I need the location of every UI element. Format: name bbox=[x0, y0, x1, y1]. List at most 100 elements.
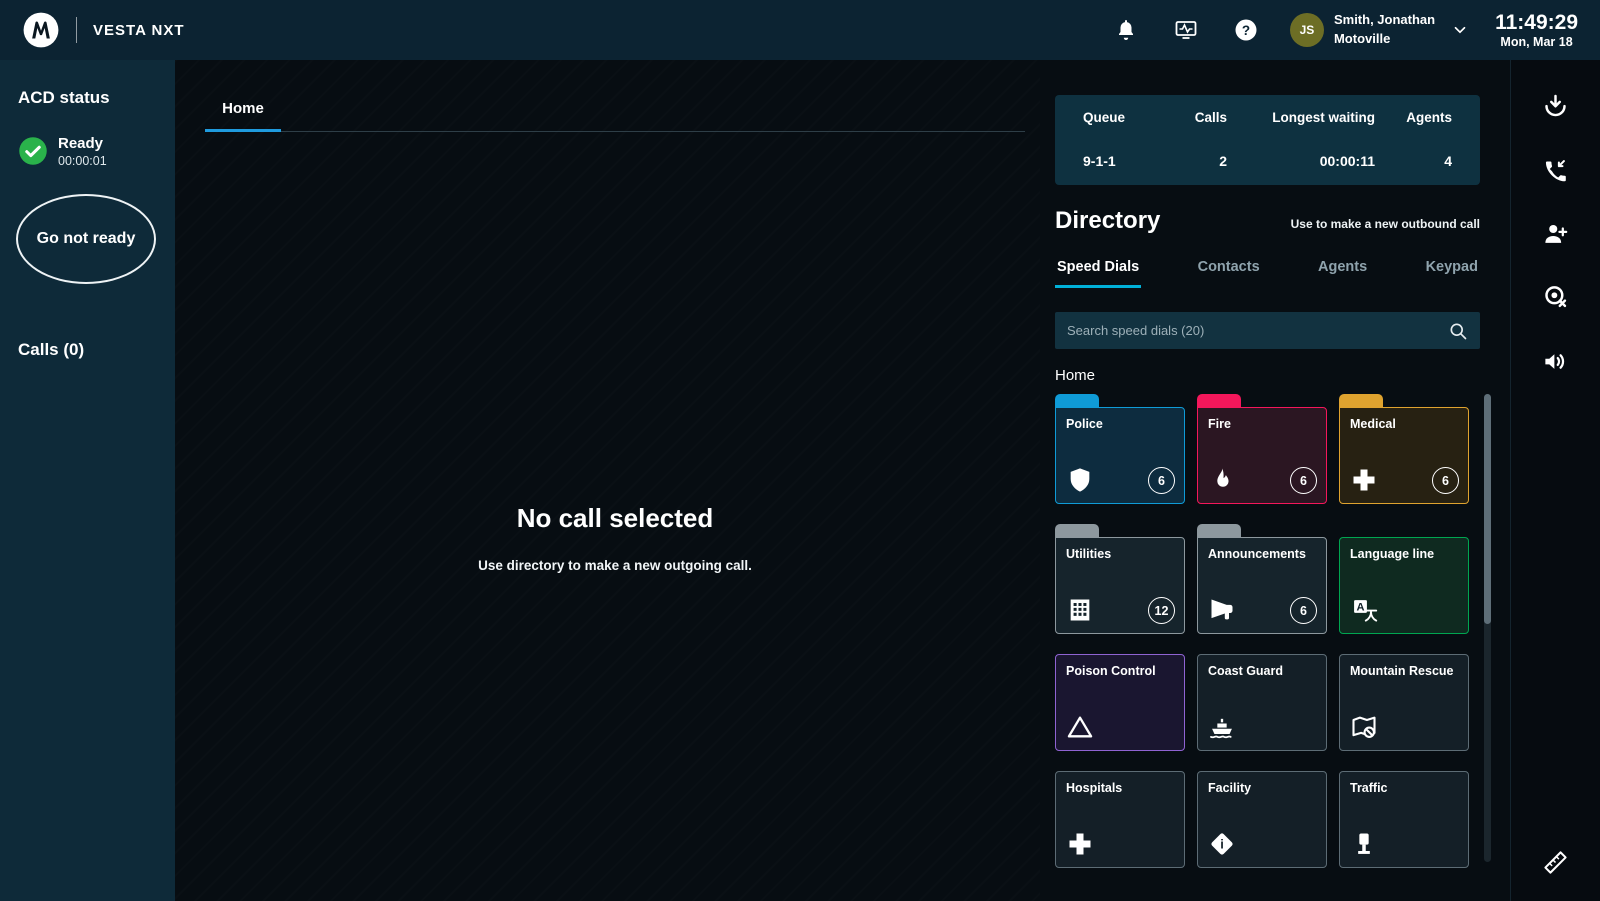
queue-header: Agents bbox=[1375, 110, 1452, 125]
tile-label: Medical bbox=[1350, 417, 1458, 431]
speed-dial-tile[interactable]: Coast Guard bbox=[1197, 654, 1327, 751]
svg-text:?: ? bbox=[1242, 23, 1250, 38]
search-icon[interactable] bbox=[1448, 321, 1468, 341]
folder-tab bbox=[1197, 524, 1241, 537]
queue-status-card[interactable]: Queue Calls Longest waiting Agents 9-1-1… bbox=[1055, 95, 1480, 185]
tab-keypad[interactable]: Keypad bbox=[1424, 259, 1480, 288]
ruler-icon[interactable] bbox=[1539, 845, 1573, 879]
queue-header: Queue bbox=[1083, 110, 1169, 125]
go-not-ready-button[interactable]: Go not ready bbox=[16, 194, 156, 284]
no-call-subtitle: Use directory to make a new outgoing cal… bbox=[175, 558, 1055, 573]
speed-dial-tile[interactable]: Poison Control bbox=[1055, 654, 1185, 751]
flame-icon bbox=[1208, 466, 1236, 494]
tile-label: Facility bbox=[1208, 781, 1316, 795]
acd-status-timer: 00:00:01 bbox=[58, 154, 107, 168]
tile-label: Announcements bbox=[1208, 547, 1316, 561]
acd-status-title: ACD status bbox=[18, 88, 157, 108]
tile-count-badge: 6 bbox=[1148, 467, 1175, 494]
boat-icon bbox=[1208, 713, 1236, 741]
directory-tabs: Speed Dials Contacts Agents Keypad bbox=[1055, 259, 1480, 288]
motorola-logo-icon bbox=[22, 11, 60, 49]
tile-label: Coast Guard bbox=[1208, 664, 1316, 678]
medical-cross-icon bbox=[1350, 466, 1378, 494]
traffic-signal-icon bbox=[1350, 830, 1378, 858]
call-control-toolbar bbox=[1510, 60, 1600, 901]
call-clear-icon[interactable] bbox=[1539, 280, 1573, 314]
queue-agents: 4 bbox=[1375, 153, 1452, 169]
scrollbar-thumb[interactable] bbox=[1484, 394, 1491, 624]
folder-tab bbox=[1055, 394, 1099, 407]
directory-panel: Queue Calls Longest waiting Agents 9-1-1… bbox=[1040, 60, 1510, 901]
call-answer-icon[interactable] bbox=[1539, 88, 1573, 122]
speed-dial-tile[interactable]: Fire6 bbox=[1197, 394, 1327, 504]
tab-speed-dials[interactable]: Speed Dials bbox=[1055, 259, 1141, 288]
svg-text:A: A bbox=[1356, 602, 1364, 614]
workspace-tab-home[interactable]: Home bbox=[205, 100, 281, 131]
police-badge-icon bbox=[1066, 466, 1094, 494]
tab-agents[interactable]: Agents bbox=[1316, 259, 1369, 288]
directory-title: Directory bbox=[1055, 207, 1160, 235]
megaphone-icon bbox=[1208, 596, 1236, 624]
speed-dial-tile[interactable]: Medical 6 bbox=[1339, 394, 1469, 504]
add-participant-icon[interactable] bbox=[1539, 216, 1573, 250]
tab-contacts[interactable]: Contacts bbox=[1196, 259, 1262, 288]
queue-header: Calls bbox=[1169, 110, 1227, 125]
ready-check-icon bbox=[18, 136, 48, 166]
acd-sidebar: ACD status Ready 00:00:01 Go not ready C… bbox=[0, 60, 175, 901]
call-transfer-icon[interactable] bbox=[1539, 152, 1573, 186]
queue-name: 9-1-1 bbox=[1083, 153, 1169, 169]
brand-divider bbox=[76, 17, 77, 43]
directory-subtitle: Use to make a new outbound call bbox=[1291, 217, 1480, 235]
speed-dial-tile[interactable]: Language line A bbox=[1339, 537, 1469, 634]
speed-dial-tile[interactable]: Police 6 bbox=[1055, 394, 1185, 504]
tile-count-badge: 6 bbox=[1432, 467, 1459, 494]
tile-label: Hospitals bbox=[1066, 781, 1174, 795]
folder-tab bbox=[1197, 394, 1241, 407]
tile-count-badge: 6 bbox=[1290, 597, 1317, 624]
speed-dial-tile[interactable]: Hospitals bbox=[1055, 771, 1185, 868]
user-menu[interactable]: JS Smith, Jonathan Motoville bbox=[1290, 11, 1469, 49]
tile-label: Police bbox=[1066, 417, 1174, 431]
tile-label: Mountain Rescue bbox=[1350, 664, 1458, 678]
svg-text:i: i bbox=[1220, 837, 1224, 852]
app-brand: VESTA NXT bbox=[93, 22, 185, 39]
speed-dial-tile[interactable]: Announcements 6 bbox=[1197, 524, 1327, 634]
vesta-nxt-app: VESTA NXT ? JS Smith, Jonathan Motoville bbox=[0, 0, 1600, 901]
topbar: VESTA NXT ? JS Smith, Jonathan Motoville bbox=[0, 0, 1600, 60]
tile-count-badge: 12 bbox=[1148, 597, 1175, 624]
queue-row[interactable]: 9-1-1 2 00:00:11 4 bbox=[1083, 153, 1452, 169]
hospital-cross-icon bbox=[1066, 830, 1094, 858]
no-call-title: No call selected bbox=[175, 503, 1055, 534]
acd-status-indicator: Ready 00:00:01 bbox=[18, 134, 157, 168]
screen-monitor-icon[interactable] bbox=[1172, 16, 1200, 44]
volume-icon[interactable] bbox=[1539, 344, 1573, 378]
search-input[interactable] bbox=[1067, 323, 1448, 338]
active-tab-underline bbox=[205, 129, 281, 132]
call-workspace: Home No call selected Use directory to m… bbox=[175, 60, 1040, 901]
user-name: Smith, Jonathan bbox=[1334, 11, 1435, 30]
tile-label: Fire bbox=[1208, 417, 1316, 431]
tile-label: Utilities bbox=[1066, 547, 1174, 561]
tile-label: Traffic bbox=[1350, 781, 1458, 795]
clock: 11:49:29 Mon, Mar 18 bbox=[1495, 10, 1578, 50]
speed-dial-tile[interactable]: Facility i bbox=[1197, 771, 1327, 868]
bell-icon[interactable] bbox=[1112, 16, 1140, 44]
tile-label: Language line bbox=[1350, 547, 1458, 561]
clock-time: 11:49:29 bbox=[1495, 10, 1578, 35]
queue-header: Longest waiting bbox=[1227, 110, 1375, 125]
warning-triangle-icon bbox=[1066, 713, 1094, 741]
calls-section-title: Calls (0) bbox=[18, 340, 157, 360]
map-marker-icon bbox=[1350, 713, 1378, 741]
speed-dial-grid: Police6Fire6Medical6Utilities12Announcem… bbox=[1055, 394, 1480, 868]
clock-date: Mon, Mar 18 bbox=[1495, 35, 1578, 50]
speed-dial-tile[interactable]: Traffic bbox=[1339, 771, 1469, 868]
user-location: Motoville bbox=[1334, 30, 1435, 49]
speed-dial-search[interactable] bbox=[1055, 312, 1480, 349]
speed-dial-tile[interactable]: Mountain Rescue bbox=[1339, 654, 1469, 751]
speed-dial-tile[interactable]: Utilities 12 bbox=[1055, 524, 1185, 634]
folder-breadcrumb: Home bbox=[1055, 367, 1480, 384]
chevron-down-icon[interactable] bbox=[1451, 21, 1469, 39]
facility-diamond-icon: i bbox=[1208, 830, 1236, 858]
help-icon[interactable]: ? bbox=[1232, 16, 1260, 44]
queue-longest-waiting: 00:00:11 bbox=[1227, 153, 1375, 169]
